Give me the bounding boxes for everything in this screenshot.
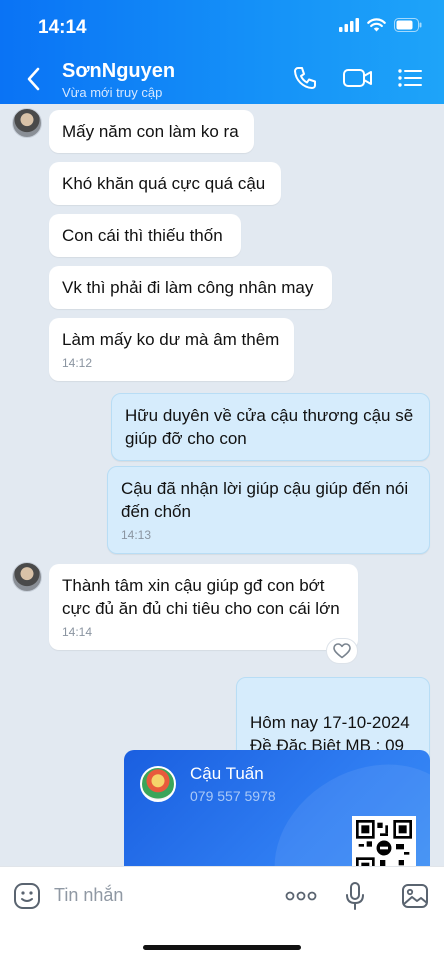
message-text: Hôm nay 17-10-2024 Đề Đặc Biệt MB : 09	[250, 713, 410, 755]
contact-card[interactable]: Cậu Tuấn 079 557 5978	[124, 750, 430, 868]
contact-avatar[interactable]	[12, 562, 42, 592]
back-icon[interactable]	[24, 66, 44, 92]
message-bubble-outgoing[interactable]: Cậu đã nhận lời giúp cậu giúp đến nói đế…	[107, 466, 430, 554]
message-bubble-incoming[interactable]: Vk thì phải đi làm công nhân may	[49, 266, 332, 309]
card-contact-phone: 079 557 5978	[190, 788, 276, 804]
wifi-icon	[367, 18, 386, 32]
battery-icon	[394, 18, 422, 32]
sticker-button[interactable]	[12, 881, 42, 911]
message-bubble-incoming[interactable]: Thành tâm xin cậu giúp gđ con bớt cực đủ…	[49, 564, 358, 650]
video-call-button[interactable]	[340, 64, 376, 92]
message-text: Mấy năm con làm ko ra	[62, 122, 239, 141]
status-time: 14:14	[38, 17, 87, 38]
message-bubble-outgoing[interactable]: Hữu duyên về cửa cậu thương cậu sẽ giúp …	[111, 393, 430, 461]
menu-button[interactable]	[395, 64, 425, 92]
microphone-icon	[346, 882, 364, 910]
message-time: 14:13	[121, 528, 152, 542]
contact-status: Vừa mới truy cập	[62, 85, 163, 100]
message-bubble-incoming[interactable]: Làm mấy ko dư mà âm thêm 14:12	[49, 318, 294, 381]
message-time: 14:14	[62, 625, 93, 639]
sticker-icon	[14, 883, 40, 909]
card-contact-name: Cậu Tuấn	[190, 764, 264, 783]
heart-icon	[333, 643, 351, 659]
menu-list-icon	[398, 69, 422, 87]
message-text: Khó khăn quá cực quá cậu	[62, 174, 266, 193]
qr-code-icon	[352, 816, 416, 868]
voice-record-button[interactable]	[340, 881, 370, 911]
image-picker-button[interactable]	[400, 881, 430, 911]
home-indicator	[143, 945, 301, 950]
phone-icon	[294, 67, 316, 89]
card-avatar	[140, 766, 176, 802]
message-input[interactable]: Tin nhắn	[54, 885, 123, 906]
image-icon	[402, 884, 428, 908]
composer-bar: Tin nhắn	[0, 866, 444, 960]
voice-call-button[interactable]	[290, 64, 320, 92]
reaction-button[interactable]	[326, 638, 358, 664]
message-time: 14:12	[62, 356, 93, 370]
signal-icon	[339, 18, 359, 32]
contact-name[interactable]: SơnNguyen	[62, 60, 175, 83]
status-icons	[339, 18, 422, 32]
message-bubble-incoming[interactable]: Mấy năm con làm ko ra	[49, 110, 254, 153]
message-text: Thành tâm xin cậu giúp gđ con bớt cực đủ…	[62, 576, 340, 618]
message-bubble-incoming[interactable]: Con cái thì thiếu thốn	[49, 214, 241, 257]
video-call-icon	[343, 69, 372, 87]
message-text: Vk thì phải đi làm công nhân may	[62, 278, 314, 297]
more-button[interactable]	[284, 881, 318, 911]
contact-avatar[interactable]	[12, 108, 42, 138]
message-text: Cậu đã nhận lời giúp cậu giúp đến nói đế…	[121, 479, 409, 521]
message-bubble-incoming[interactable]: Khó khăn quá cực quá cậu	[49, 162, 281, 205]
message-list[interactable]: Mấy năm con làm ko ra Khó khăn quá cực q…	[0, 104, 444, 868]
chat-header: 14:14 SơnNguyen Vừa mới truy cập	[0, 0, 444, 104]
message-text: Làm mấy ko dư mà âm thêm	[62, 330, 280, 349]
message-text: Con cái thì thiếu thốn	[62, 226, 223, 245]
message-text: Hữu duyên về cửa cậu thương cậu sẽ giúp …	[125, 406, 414, 448]
more-dots-icon	[285, 891, 317, 901]
